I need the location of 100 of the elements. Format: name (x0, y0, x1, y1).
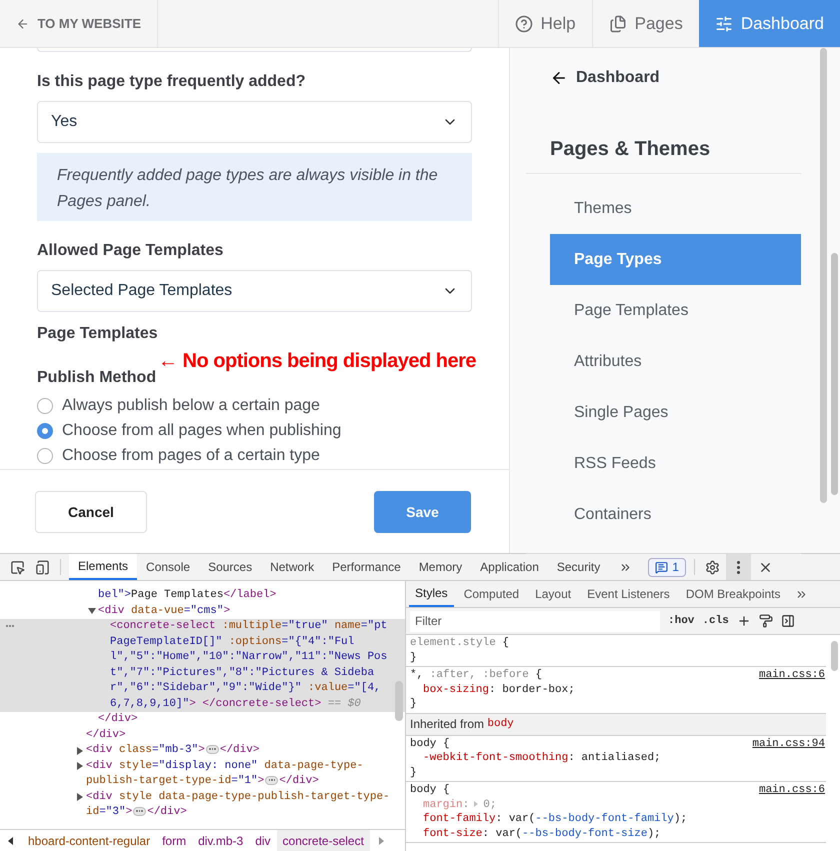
devtools-tab[interactable]: Sources (199, 554, 262, 580)
radio-button[interactable] (37, 422, 53, 438)
sliders-icon (714, 14, 733, 32)
nav-tab[interactable]: Help (498, 0, 592, 47)
devtools-tab[interactable]: Application (471, 554, 548, 580)
device-icon[interactable] (35, 560, 50, 574)
css-declaration[interactable]: box-sizing: border-box; (410, 682, 575, 697)
field-label: Page Templates (37, 324, 159, 344)
info-note: Frequently added page types are always visible in the Pages panel. (37, 153, 472, 221)
inherited-header: Inherited from body (406, 714, 826, 736)
triangle-down-icon[interactable] (88, 607, 96, 616)
sidebar-item[interactable]: Single Pages (550, 387, 801, 438)
source-link[interactable]: main.css:6 (758, 783, 825, 798)
sidebar-item[interactable]: RSS Feeds (550, 438, 801, 489)
node-row[interactable]: <div class="mb-3"> </div> (0, 743, 405, 758)
triangle-right-icon[interactable] (76, 746, 84, 755)
styles-tab[interactable]: Computed (458, 581, 526, 607)
filter-toggle[interactable]: .cls (702, 612, 729, 630)
css-brace: } (410, 697, 417, 712)
code-line: t","7":"Pictures","8":"Pictures & Sideba (110, 666, 374, 680)
code-line: <div style data-page-type-publish-target-type- (86, 790, 390, 804)
pages-icon (608, 14, 627, 32)
more-button[interactable] (726, 554, 751, 580)
ellipsis-icon[interactable] (133, 806, 146, 816)
triangle-right-icon[interactable] (76, 762, 84, 770)
node-row[interactable]: <div data-vue="cms"> (0, 604, 405, 619)
source-link[interactable]: main.css:94 (752, 736, 825, 751)
devtools-tab[interactable]: Elements (69, 554, 138, 580)
sidebar-item[interactable]: Page Templates (550, 285, 801, 336)
more-icon (736, 560, 740, 574)
code-line: <concrete-select :multiple="true" name="pt (110, 619, 388, 634)
section-title: Pages & Themes (550, 137, 712, 162)
devtools-tab[interactable]: Network (261, 554, 324, 580)
message-icon (655, 560, 668, 574)
inspect-icon[interactable] (10, 560, 25, 574)
code-line: <div class="mb-3"> </div> (86, 743, 260, 758)
styles-tab[interactable]: DOM Breakpoints (680, 581, 787, 607)
messages-badge[interactable]: 1 (648, 558, 686, 576)
breadcrumb[interactable]: form (156, 830, 192, 851)
filter-toggle[interactable]: :hov (668, 612, 694, 630)
code-line: l","5":"Home","10":"Narrow","11":"News Pos (110, 650, 388, 665)
scroll-left-icon[interactable] (6, 836, 16, 846)
source-link[interactable]: main.css:6 (758, 668, 825, 682)
code-line: bel">Page Templates</label> (98, 588, 276, 603)
annotation: ← No options being displayed here (158, 349, 476, 374)
code-line: <div style="display: none" data-page-type- (86, 758, 364, 774)
select-field[interactable]: Selected Page Templates (37, 270, 472, 312)
scrollbar[interactable] (395, 681, 403, 721)
select-field[interactable]: Yes (37, 101, 472, 143)
radio-button[interactable] (37, 448, 53, 464)
breadcrumb[interactable]: hboard-content-regular (22, 830, 156, 851)
sidebar-toggle-icon[interactable] (780, 614, 795, 628)
ellipsis-icon[interactable] (206, 744, 219, 754)
selected-node-row[interactable] (0, 619, 405, 712)
node-row[interactable]: bel">Page Templates</label> (0, 588, 405, 604)
radio-button[interactable] (37, 398, 53, 414)
styles-tab[interactable]: Layout (529, 581, 578, 607)
triangle-right-icon[interactable] (76, 793, 84, 802)
css-selector: element.style (410, 636, 496, 650)
devtools-tab[interactable]: Performance (323, 554, 410, 580)
sidebar-item[interactable]: Containers (550, 489, 801, 540)
node-row[interactable]: <div style="display: none" data-page-type- publish-target-type-id="1"> </div> (0, 758, 405, 790)
back-link[interactable]: TO MY WEBSITE (0, 0, 158, 47)
sidebar-item[interactable]: Attributes (550, 336, 801, 387)
css-selector: :after, :before (428, 668, 529, 682)
sidebar-item[interactable]: Themes (550, 183, 801, 234)
devtools-tab[interactable]: Console (137, 554, 200, 580)
scrollbar[interactable] (831, 253, 838, 495)
css-declaration[interactable]: -webkit-font-smoothing: antialiased; (410, 751, 661, 766)
styles-tab[interactable]: Event Listeners (581, 581, 676, 607)
css-brace: } (410, 650, 417, 665)
css-selector: body { (410, 783, 450, 798)
code-line: publish-target-type-id="1"> </div> (86, 774, 319, 789)
css-declaration[interactable]: font-size: var(--bs-body-font-size); (410, 826, 661, 841)
node-row[interactable]: <div style data-page-type-publish-target-type- id="3"> </div> (0, 790, 405, 820)
devtools-tab[interactable]: Security (548, 554, 610, 580)
code-line: r","6":"Sidebar","9":"Wide"}" :value="[4, (110, 681, 381, 696)
css-selector: { (501, 636, 510, 650)
cancel-button[interactable]: Cancel (35, 491, 147, 533)
settings-icon[interactable] (704, 560, 720, 574)
field-label: Allowed Page Templates (37, 241, 224, 261)
back-link[interactable]: Dashboard (550, 67, 660, 89)
breadcrumb[interactable]: concrete-select (276, 830, 370, 851)
code-line: <div data-vue="cms"> (98, 604, 230, 618)
filter-field[interactable]: Filter (410, 610, 660, 632)
css-declaration[interactable]: font-family: var(--bs-body-font-family); (410, 812, 688, 826)
css-selector: body { (410, 736, 450, 751)
code-line: id="3"> </div> (86, 805, 187, 820)
scrollbar[interactable] (831, 641, 838, 671)
ellipsis-icon[interactable] (265, 776, 278, 785)
scrollbar[interactable] (820, 48, 827, 503)
field-label: Is this page type frequently added? (37, 72, 306, 92)
breadcrumb[interactable]: div (249, 830, 277, 851)
field-label: Publish Method (37, 368, 158, 388)
breadcrumb[interactable]: div.mb-3 (192, 830, 250, 851)
plus-icon[interactable] (736, 614, 751, 628)
code-line: PageTemplateID[]" :options="{"4":"Ful (110, 634, 354, 650)
devtools-tab[interactable]: Memory (410, 554, 472, 580)
paint-roller-icon[interactable] (758, 614, 773, 628)
code-line: </div> (86, 728, 126, 742)
